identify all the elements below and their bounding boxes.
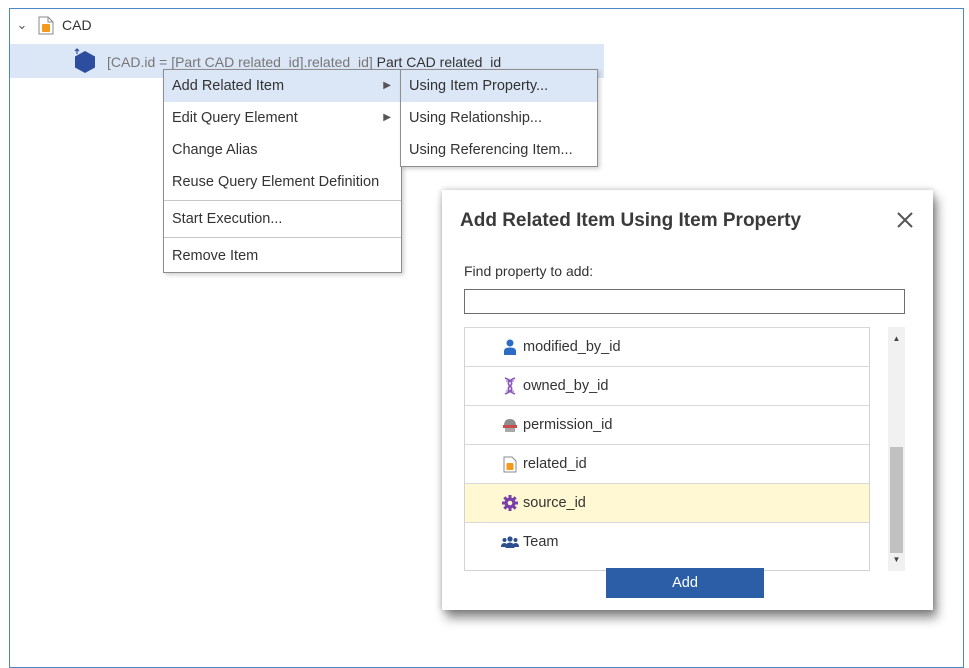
query-item-icon — [74, 48, 95, 73]
list-item[interactable]: source_id — [465, 483, 869, 522]
menu-item-label: Reuse Query Element Definition — [172, 174, 380, 190]
submenu-item-using-relationship[interactable]: Using Relationship... — [401, 102, 597, 134]
property-label: source_id — [523, 495, 586, 511]
dialog-title: Add Related Item Using Item Property — [460, 210, 802, 231]
menu-item-start-execution[interactable]: Start Execution... — [164, 203, 401, 235]
submenu-arrow-icon: ▶ — [383, 112, 391, 123]
scroll-down-arrow-icon[interactable]: ▼ — [888, 551, 905, 568]
permission-icon — [501, 416, 519, 434]
menu-item-reuse-definition[interactable]: Reuse Query Element Definition — [164, 166, 401, 198]
close-icon[interactable] — [892, 207, 918, 233]
find-property-input[interactable] — [464, 289, 905, 314]
menu-separator — [164, 200, 401, 201]
menu-item-label: Change Alias — [172, 142, 258, 158]
menu-item-label: Edit Query Element — [172, 110, 298, 126]
find-property-label: Find property to add: — [464, 263, 594, 279]
tree-node-label: [CAD.id = [Part CAD related_id].related_… — [107, 54, 501, 70]
list-item[interactable]: Team — [465, 522, 869, 561]
submenu: Using Item Property... Using Relationshi… — [400, 69, 598, 167]
list-item[interactable]: modified_by_id — [465, 327, 869, 366]
team-icon — [501, 533, 519, 551]
menu-item-change-alias[interactable]: Change Alias — [164, 134, 401, 166]
scrollbar-thumb[interactable] — [890, 447, 903, 553]
list-item[interactable]: owned_by_id — [465, 366, 869, 405]
add-related-item-dialog: Add Related Item Using Item Property Fin… — [442, 190, 933, 610]
identity-icon — [501, 377, 519, 395]
gear-icon — [501, 494, 519, 512]
list-item[interactable]: related_id — [465, 444, 869, 483]
property-label: related_id — [523, 456, 587, 472]
menu-item-add-related-item[interactable]: Add Related Item ▶ — [164, 70, 401, 102]
menu-item-remove-item[interactable]: Remove Item — [164, 240, 401, 272]
user-icon — [501, 338, 519, 356]
property-label: owned_by_id — [523, 378, 609, 394]
node-alias-text: Part CAD related_id — [376, 54, 502, 70]
property-label: permission_id — [523, 417, 613, 433]
add-button[interactable]: Add — [606, 568, 764, 598]
submenu-item-using-item-property[interactable]: Using Item Property... — [401, 70, 597, 102]
submenu-arrow-icon: ▶ — [383, 80, 391, 91]
menu-item-label: Remove Item — [172, 248, 259, 264]
menu-item-label: Add Related Item — [172, 78, 285, 94]
menu-separator — [164, 237, 401, 238]
menu-item-edit-query-element[interactable]: Edit Query Element ▶ — [164, 102, 401, 134]
list-item[interactable]: permission_id — [465, 405, 869, 444]
property-label: Team — [523, 534, 559, 550]
node-condition-text: [CAD.id = [Part CAD related_id].related_… — [107, 54, 373, 70]
scroll-up-arrow-icon[interactable]: ▲ — [888, 330, 905, 347]
property-list: modified_by_id owned_by_id permission_id… — [464, 327, 870, 571]
submenu-item-label: Using Referencing Item... — [409, 142, 573, 158]
context-menu: Add Related Item ▶ Edit Query Element ▶ … — [163, 69, 402, 273]
property-label: modified_by_id — [523, 339, 621, 355]
list-scrollbar[interactable]: ▲ ▼ — [888, 327, 905, 571]
menu-item-label: Start Execution... — [172, 211, 283, 227]
tree-root-row[interactable]: ⌄ CAD — [14, 14, 92, 36]
tree-root-label: CAD — [62, 17, 92, 33]
submenu-item-label: Using Relationship... — [409, 110, 542, 126]
document-icon — [501, 455, 519, 473]
submenu-item-using-referencing-item[interactable]: Using Referencing Item... — [401, 134, 597, 166]
submenu-item-label: Using Item Property... — [409, 78, 549, 94]
chevron-down-icon[interactable]: ⌄ — [14, 17, 30, 33]
document-icon — [38, 16, 54, 35]
